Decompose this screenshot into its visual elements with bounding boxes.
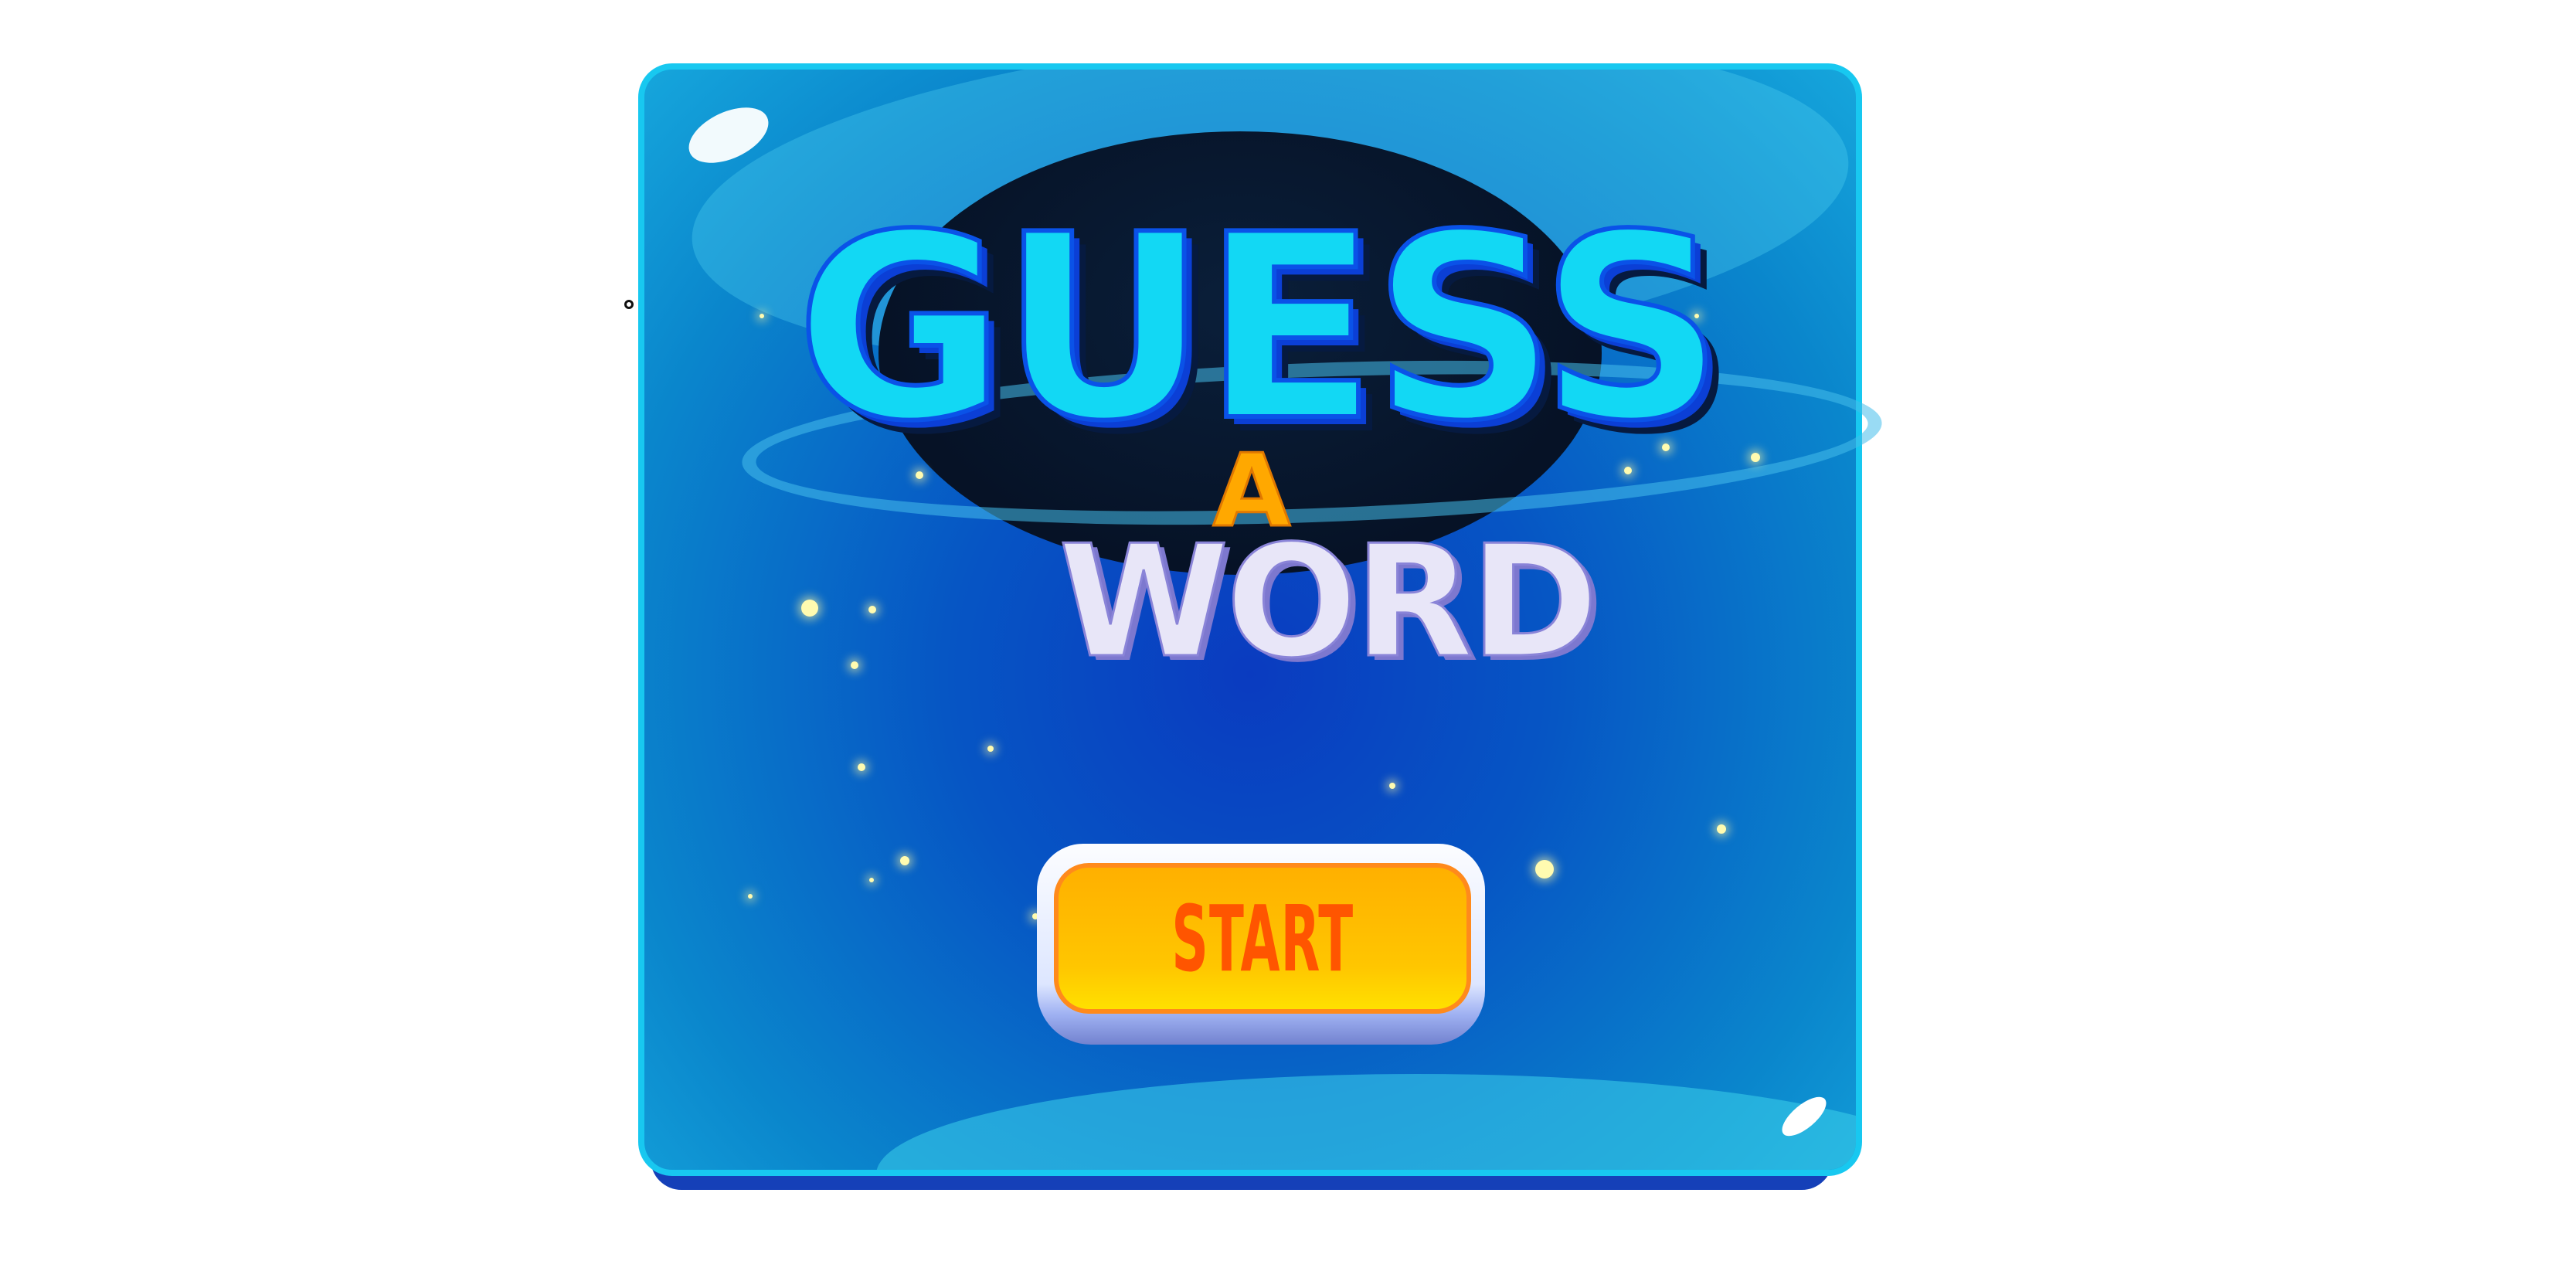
star-icon [900,856,909,865]
title-guess: GUESS [794,180,1726,477]
star-icon [987,746,994,752]
panel-bottom-glow [876,1074,1856,1170]
start-button-label: START [1171,885,1354,992]
star-icon [1389,783,1395,789]
star-icon [801,600,818,617]
title-word: WORD [1058,512,1600,692]
star-icon [748,894,753,899]
start-button[interactable]: START [1037,836,1485,1045]
star-icon [1717,824,1726,834]
star-icon [869,878,874,882]
star-icon [1535,860,1554,878]
star-icon [1751,453,1760,462]
star-icon [868,606,876,613]
star-icon [858,763,865,771]
start-button-face[interactable]: START [1054,863,1471,1014]
marker-dot [624,300,634,309]
star-icon [760,314,764,318]
star-icon [851,661,858,669]
